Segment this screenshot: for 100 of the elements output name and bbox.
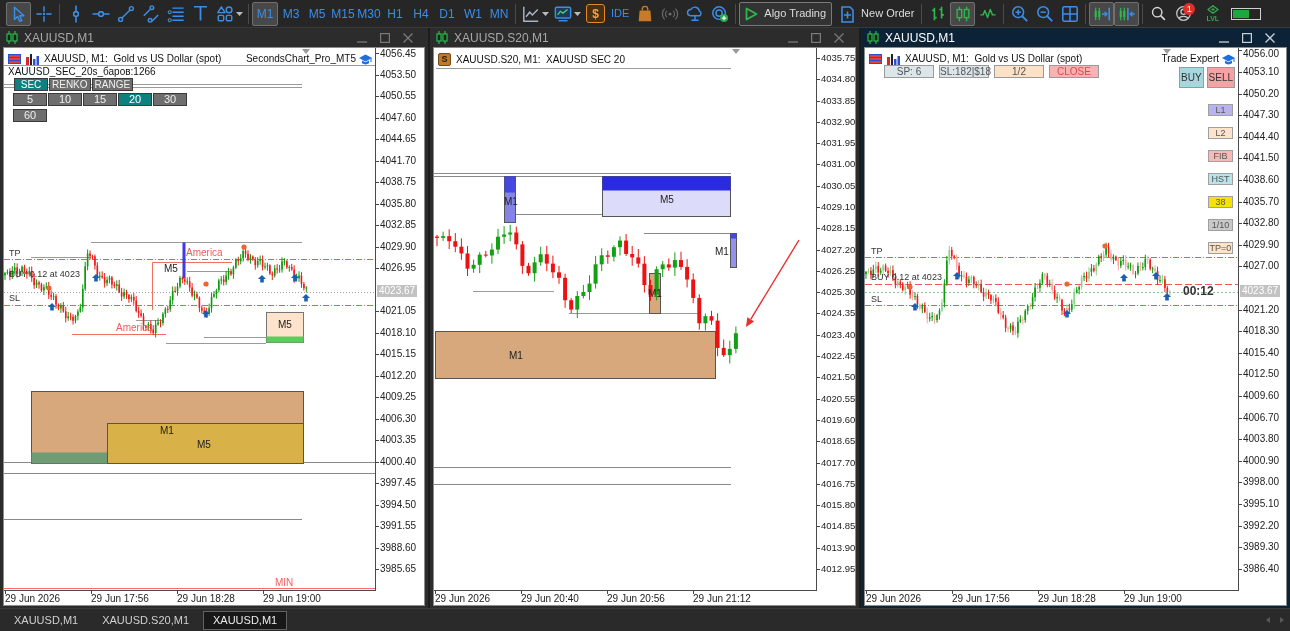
candlestick-chart-button[interactable] — [950, 1, 976, 26]
tool-panel-button[interactable]: L2 — [1208, 127, 1233, 139]
window-tab[interactable]: XAUUSD,M1 — [4, 610, 89, 630]
window-tab[interactable]: XAUUSD,M1 — [203, 610, 288, 630]
tool-panel-button[interactable]: 38 — [1208, 196, 1233, 208]
price-label: 4041.50 — [1243, 152, 1280, 164]
time-label: 29 Jun 2026 — [435, 593, 491, 605]
price-label: 3995.10 — [1243, 498, 1280, 510]
price-label: 4006.30 — [380, 413, 417, 425]
triangle-marker-icon[interactable] — [732, 49, 740, 54]
price-label: 4032.90 — [821, 116, 855, 128]
timeframe-button[interactable]: W1 — [460, 1, 486, 26]
price-label: 4030.05 — [821, 180, 855, 192]
price-label: 3994.50 — [380, 499, 417, 511]
price-label: 3989.30 — [1243, 541, 1280, 553]
chart-mode-button[interactable]: RANGE — [91, 78, 134, 91]
caret-icon — [573, 11, 581, 16]
level-line — [203, 337, 267, 338]
timeframe-button[interactable]: H4 — [408, 1, 434, 26]
arrow-marker-icon — [258, 275, 266, 283]
timeframe-button[interactable]: MN — [486, 1, 512, 26]
price-label: 4047.60 — [380, 112, 417, 124]
autoscroll-button[interactable] — [1089, 1, 1115, 26]
script-badge: S — [438, 53, 451, 66]
timeframe-button[interactable]: D1 — [434, 1, 460, 26]
timeframe-button[interactable]: M30 — [356, 1, 382, 26]
expert-name: Trade Expert — [1161, 53, 1219, 65]
period-button[interactable]: 30 — [153, 93, 187, 106]
period-button[interactable]: 5 — [13, 93, 47, 106]
dot-marker-icon — [46, 285, 52, 291]
algo-trading-button[interactable]: Algo Trading — [739, 1, 833, 26]
price-label: 4029.90 — [380, 241, 417, 253]
tool-panel-button[interactable]: 1/10 — [1208, 219, 1233, 231]
price-label: 4032.80 — [1243, 217, 1280, 229]
price-label: 3985.65 — [380, 563, 417, 575]
price-label: 4032.85 — [380, 219, 417, 231]
time-label: 29 Jun 17:56 — [91, 593, 149, 605]
arrow-marker-icon — [48, 303, 56, 311]
period-button[interactable]: 20 — [118, 93, 152, 106]
price-label: 4021.50 — [821, 371, 855, 383]
price-label: 4033.85 — [821, 95, 855, 107]
timeframe-button[interactable]: M15 — [330, 1, 356, 26]
price-label: 4041.70 — [380, 155, 417, 167]
trade-level-label: SL — [871, 295, 882, 304]
price-label: 4050.20 — [1243, 88, 1280, 100]
price-label: 4018.65 — [821, 435, 855, 447]
price-label: 4018.30 — [1243, 325, 1280, 337]
window-tab[interactable]: XAUUSD.S20,M1 — [92, 610, 199, 630]
order-button[interactable]: SELL — [1206, 67, 1236, 88]
grid-icon — [1060, 4, 1079, 23]
tool-panel-button[interactable]: HST — [1208, 173, 1233, 185]
trade-button[interactable]: 1/2 — [994, 65, 1044, 78]
chart-mode-button[interactable]: SEC — [14, 78, 48, 91]
triangle-marker-icon[interactable] — [302, 49, 310, 54]
pointer-tool-button[interactable] — [6, 1, 31, 26]
tool-panel-button[interactable]: FIB — [1208, 150, 1233, 162]
horizontal-line-icon — [91, 10, 110, 17]
price-label: 4021.20 — [1243, 304, 1280, 316]
zone-rectangle — [266, 312, 304, 343]
candles-icon — [436, 31, 448, 44]
zone-label: M5 — [278, 319, 292, 330]
session-label: America — [186, 247, 223, 258]
price-label: 4013.90 — [821, 542, 855, 554]
price-label: 4015.15 — [380, 348, 417, 360]
price-label: 4035.75 — [821, 52, 855, 64]
diamond-plus-icon — [1206, 5, 1219, 14]
order-button[interactable]: BUY — [1179, 67, 1204, 88]
time-label: 29 Jun 2026 — [866, 593, 922, 605]
period-button[interactable]: 10 — [48, 93, 82, 106]
zone-label: M1 — [160, 425, 174, 436]
new-order-button[interactable]: New Order — [835, 1, 919, 26]
symbol-info: XAUUSD_SEC_20s_баров:1266 — [8, 66, 156, 77]
period-button[interactable]: 60 — [13, 109, 47, 122]
tool-panel-button[interactable]: TP=0 — [1208, 242, 1233, 254]
ide-button[interactable]: IDE — [608, 1, 633, 26]
trade-button[interactable]: SP: 6 — [884, 65, 934, 78]
period-button[interactable]: 15 — [83, 93, 117, 106]
price-label: 4026.25 — [821, 265, 855, 277]
market-button[interactable]: $ — [586, 4, 605, 23]
graduation-cap-icon — [359, 53, 372, 65]
price-label: 4022.45 — [821, 350, 855, 362]
price-label: 4029.90 — [1243, 239, 1280, 251]
price-label: 4053.10 — [1243, 66, 1280, 78]
price-label: 4015.40 — [1243, 347, 1280, 359]
timeframe-button[interactable]: M5 — [304, 1, 330, 26]
timeframe-button[interactable]: M1 — [252, 1, 278, 26]
chart-shift-button[interactable] — [1114, 1, 1140, 26]
line-chart-icon — [521, 4, 540, 23]
price-label: 4034.80 — [821, 73, 855, 85]
price-label: 4044.40 — [1243, 131, 1280, 143]
zone-label: M1 — [715, 246, 729, 257]
timeframe-button[interactable]: M3 — [278, 1, 304, 26]
chart-mode-button[interactable]: RENKO — [49, 78, 91, 91]
caret-icon — [541, 11, 549, 16]
account-button[interactable]: 1 — [1171, 1, 1197, 26]
triangle-marker-icon[interactable] — [1163, 49, 1171, 54]
trade-button[interactable]: SL:182|$18 — [939, 65, 989, 78]
bar-chart-icon — [26, 53, 39, 65]
tool-panel-button[interactable]: L1 — [1208, 104, 1233, 116]
timeframe-button[interactable]: H1 — [382, 1, 408, 26]
